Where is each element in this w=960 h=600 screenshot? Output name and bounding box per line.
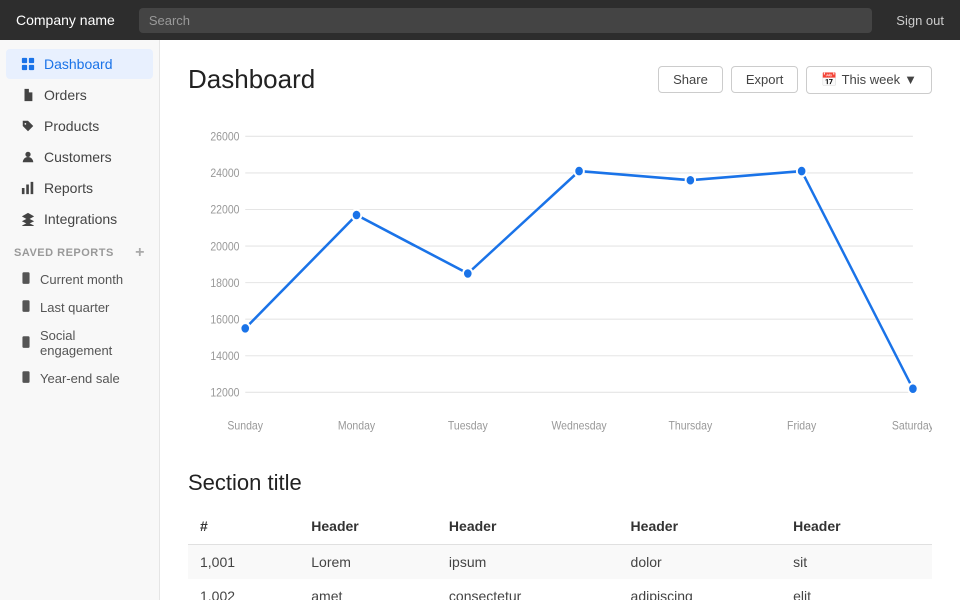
table-cell: ipsum bbox=[437, 545, 619, 580]
table-cell: 1,001 bbox=[188, 545, 299, 580]
doc-icon bbox=[20, 87, 36, 103]
search-container bbox=[139, 8, 872, 33]
section-title: Section title bbox=[188, 470, 932, 496]
table-cell: consectetur bbox=[437, 579, 619, 600]
share-button[interactable]: Share bbox=[658, 66, 723, 93]
sidebar-item-customers[interactable]: Customers bbox=[6, 142, 153, 172]
svg-text:Tuesday: Tuesday bbox=[448, 420, 488, 433]
sidebar-item-products[interactable]: Products bbox=[6, 111, 153, 141]
table-cell: 1,002 bbox=[188, 579, 299, 600]
svg-text:24000: 24000 bbox=[210, 168, 239, 181]
table-cell: dolor bbox=[619, 545, 782, 580]
sidebar: Dashboard Orders Products Customers Repo… bbox=[0, 40, 160, 600]
page-title: Dashboard bbox=[188, 64, 315, 95]
saved-reports-label: Saved Reports bbox=[14, 247, 114, 259]
chevron-down-icon: ▼ bbox=[904, 72, 917, 87]
svg-text:Friday: Friday bbox=[787, 420, 817, 433]
svg-text:18000: 18000 bbox=[210, 277, 239, 290]
search-input[interactable] bbox=[139, 8, 872, 33]
header-actions: Share Export 📅 This week ▼ bbox=[658, 66, 932, 94]
table-header: Header bbox=[437, 508, 619, 545]
table-header: # bbox=[188, 508, 299, 545]
sidebar-item-label: Products bbox=[44, 118, 99, 134]
report-icon bbox=[20, 336, 32, 351]
data-table: #HeaderHeaderHeaderHeader 1,001Loremipsu… bbox=[188, 508, 932, 600]
calendar-icon: 📅 bbox=[821, 72, 837, 88]
sidebar-item-label: Reports bbox=[44, 180, 93, 196]
sidebar-item-integrations[interactable]: Integrations bbox=[6, 204, 153, 234]
svg-text:Monday: Monday bbox=[338, 420, 376, 433]
layout: Dashboard Orders Products Customers Repo… bbox=[0, 40, 960, 600]
table-header: Header bbox=[619, 508, 782, 545]
svg-text:14000: 14000 bbox=[210, 351, 239, 364]
saved-report-social-engagement[interactable]: Social engagement bbox=[6, 322, 153, 364]
svg-text:16000: 16000 bbox=[210, 314, 239, 327]
table-cell: adipiscing bbox=[619, 579, 782, 600]
table-cell: Lorem bbox=[299, 545, 437, 580]
page-header: Dashboard Share Export 📅 This week ▼ bbox=[188, 64, 932, 95]
svg-text:Thursday: Thursday bbox=[669, 420, 713, 433]
saved-report-label: Year-end sale bbox=[40, 371, 120, 386]
svg-text:26000: 26000 bbox=[210, 131, 239, 144]
table-cell: sit bbox=[781, 545, 932, 580]
tag-icon bbox=[20, 118, 36, 134]
sidebar-item-label: Integrations bbox=[44, 211, 117, 227]
sidebar-item-label: Orders bbox=[44, 87, 87, 103]
bar-icon bbox=[20, 180, 36, 196]
report-icon bbox=[20, 300, 32, 315]
saved-report-label: Social engagement bbox=[40, 328, 139, 358]
saved-report-year-end-sale[interactable]: Year-end sale bbox=[6, 365, 153, 392]
saved-reports-section: Saved Reports + bbox=[0, 235, 159, 265]
sidebar-item-label: Customers bbox=[44, 149, 112, 165]
sidebar-item-dashboard[interactable]: Dashboard bbox=[6, 49, 153, 79]
svg-text:22000: 22000 bbox=[210, 204, 239, 217]
person-icon bbox=[20, 149, 36, 165]
table-row: 1,001Loremipsumdolorsit bbox=[188, 545, 932, 580]
saved-report-last-quarter[interactable]: Last quarter bbox=[6, 294, 153, 321]
svg-text:20000: 20000 bbox=[210, 241, 239, 254]
signout-button[interactable]: Sign out bbox=[896, 13, 944, 28]
saved-report-label: Current month bbox=[40, 272, 123, 287]
grid-icon bbox=[20, 56, 36, 72]
svg-text:Wednesday: Wednesday bbox=[551, 420, 607, 433]
this-week-button[interactable]: 📅 This week ▼ bbox=[806, 66, 932, 94]
main-content: Dashboard Share Export 📅 This week ▼ 120… bbox=[160, 40, 960, 600]
sidebar-item-reports[interactable]: Reports bbox=[6, 173, 153, 203]
line-chart: 12000 14000 16000 18000 20000 22000 24000 26000… bbox=[188, 115, 932, 435]
svg-text:12000: 12000 bbox=[210, 387, 239, 400]
svg-text:Saturday: Saturday bbox=[892, 420, 932, 433]
export-button[interactable]: Export bbox=[731, 66, 799, 93]
layers-icon bbox=[20, 211, 36, 227]
table-row: 1,002ametconsecteturadipiscingelit bbox=[188, 579, 932, 600]
table-header: Header bbox=[781, 508, 932, 545]
table-cell: amet bbox=[299, 579, 437, 600]
sidebar-item-label: Dashboard bbox=[44, 56, 113, 72]
brand-name: Company name bbox=[16, 12, 115, 28]
chart-container: 12000 14000 16000 18000 20000 22000 24000 26000… bbox=[188, 115, 932, 438]
saved-report-label: Last quarter bbox=[40, 300, 109, 315]
table-cell: elit bbox=[781, 579, 932, 600]
sidebar-item-orders[interactable]: Orders bbox=[6, 80, 153, 110]
table-header: Header bbox=[299, 508, 437, 545]
add-report-icon[interactable]: + bbox=[135, 245, 145, 261]
svg-text:Sunday: Sunday bbox=[227, 420, 263, 433]
report-icon bbox=[20, 371, 32, 386]
saved-report-current-month[interactable]: Current month bbox=[6, 266, 153, 293]
report-icon bbox=[20, 272, 32, 287]
topbar: Company name Sign out bbox=[0, 0, 960, 40]
